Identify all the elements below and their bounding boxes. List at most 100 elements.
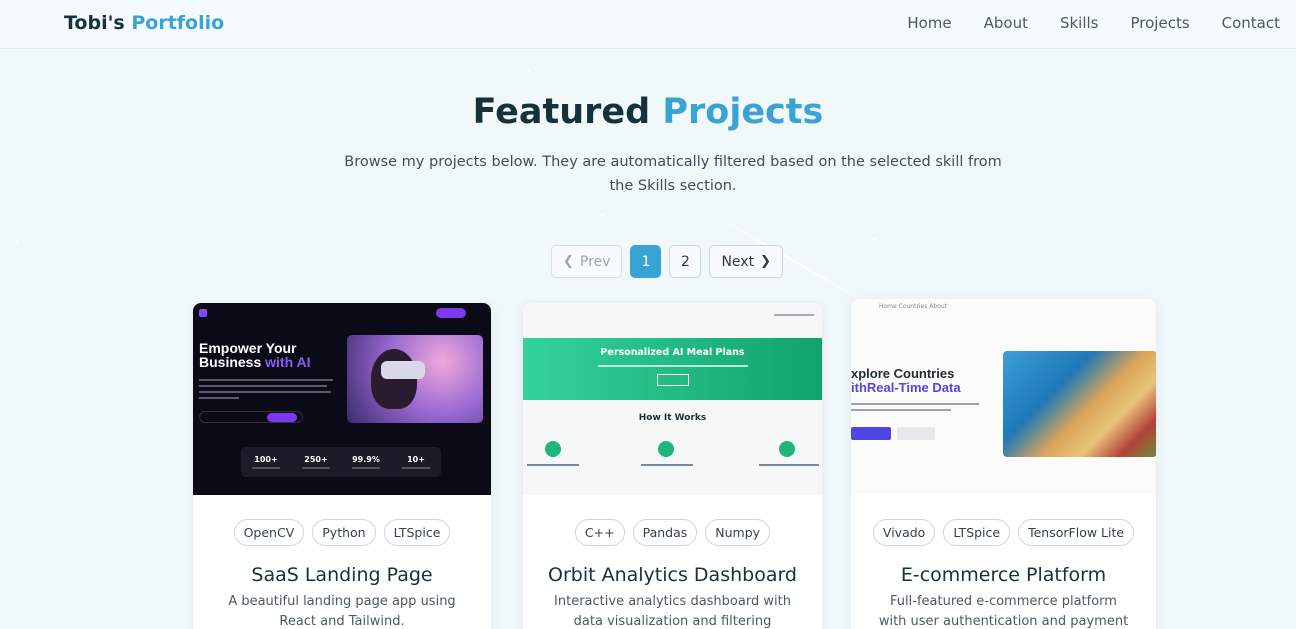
preview-stat: 99.9% [352, 455, 380, 469]
section-title-text: Featured [472, 92, 651, 132]
skill-tag: Vivado [872, 519, 936, 546]
project-title: SaaS Landing Page [251, 564, 433, 586]
brand-logo[interactable]: Tobi's Portfolio [64, 12, 224, 34]
navbar: Tobi's Portfolio Home About Skills Proje… [0, 0, 1296, 49]
preview-button [897, 427, 935, 440]
preview-button [851, 427, 891, 440]
nav-link-projects[interactable]: Projects [1131, 14, 1190, 32]
skill-tag: Python [312, 519, 376, 546]
nav-link-contact[interactable]: Contact [1222, 14, 1280, 32]
preview-stat-value: 99.9% [352, 455, 380, 464]
preview-headline: xplore Countries ithReal-Time Data [851, 367, 961, 395]
skill-tag: Numpy [705, 519, 771, 546]
preview-text-line [199, 397, 239, 399]
preview-text-line [759, 464, 819, 466]
preview-headline-prefix: ith [851, 380, 867, 395]
project-description: Full-featured e-commerce platform with u… [878, 594, 1129, 629]
preview-person [371, 349, 417, 409]
skill-tag: Pandas [632, 519, 698, 546]
page-button-2[interactable]: 2 [669, 245, 702, 278]
preview-stats: 100+ 250+ 99.9% 10+ [241, 447, 441, 477]
project-card[interactable]: Personalized AI Meal Plans How It Works … [523, 303, 822, 629]
prev-page-button[interactable]: ❮ Prev [551, 245, 623, 278]
brand-accent: Portfolio [131, 12, 225, 34]
preview-text-line [641, 464, 693, 466]
preview-nav: Home Countries About [879, 303, 948, 310]
preview-text-line [527, 464, 579, 466]
nav-link-skills[interactable]: Skills [1060, 14, 1099, 32]
project-tags: Vivado LTSpice TensorFlow Lite [851, 519, 1156, 546]
chevron-left-icon: ❮ [563, 254, 574, 269]
project-description: Interactive analytics dashboard with dat… [554, 594, 791, 629]
step-icon [545, 441, 561, 457]
prev-label: Prev [579, 253, 611, 270]
preview-coastal-photo [1003, 351, 1156, 457]
skill-tag: OpenCV [233, 519, 305, 546]
preview-banner: Personalized AI Meal Plans [523, 338, 822, 400]
preview-stat-value: 10+ [407, 455, 425, 464]
project-card-body: C++ Pandas Numpy Orbit Analytics Dashboa… [523, 519, 822, 629]
pagination: ❮ Prev 1 2 Next ❯ [551, 245, 783, 278]
background-sparkle [15, 240, 18, 243]
nav-links: Home About Skills Projects Contact [907, 14, 1280, 32]
preview-stat: 100+ [252, 455, 280, 469]
next-page-button[interactable]: Next ❯ [709, 245, 783, 278]
chevron-right-icon: ❯ [760, 254, 771, 269]
step-icon [658, 441, 674, 457]
preview-button [656, 374, 689, 386]
preview-section-title: How It Works [638, 413, 707, 423]
preview-nav [199, 307, 485, 321]
project-preview-image: Personalized AI Meal Plans How It Works [523, 303, 822, 495]
background-sparkle [600, 214, 603, 217]
preview-headline-line1: xplore Countries [851, 366, 955, 381]
preview-stat-value: 250+ [304, 455, 328, 464]
skill-tag: LTSpice [943, 519, 1011, 546]
section-title-accent: Projects [662, 92, 824, 132]
next-label: Next [721, 253, 755, 270]
page-button-1[interactable]: 1 [630, 245, 662, 278]
preview-nav-line [774, 314, 814, 316]
preview-headline: Empower Your Business with AI [199, 341, 311, 369]
project-preview-image: Home Countries About xplore Countries it… [851, 299, 1156, 495]
preview-cta-pill [436, 308, 466, 318]
preview-text-line [851, 403, 979, 405]
section-subtitle: Browse my projects below. They are autom… [344, 154, 1002, 194]
preview-logo-icon [199, 309, 207, 317]
step-icon [779, 441, 795, 457]
preview-text-line [199, 385, 327, 387]
project-description: A beautiful landing page app using React… [228, 594, 456, 629]
preview-headline-accent: with AI [265, 354, 311, 370]
preview-text-line [199, 379, 333, 381]
preview-banner-title: Personalized AI Meal Plans [600, 347, 745, 358]
preview-headline-accent: Real-Time Data [866, 380, 961, 395]
preview-headline-line1: Empower Your [199, 340, 297, 356]
project-title: E-commerce Platform [900, 564, 1107, 586]
project-card-body: OpenCV Python LTSpice SaaS Landing Page … [193, 519, 491, 629]
background-sparkle [872, 238, 875, 241]
skill-tag: TensorFlow Lite [1018, 519, 1135, 546]
preview-text-line [851, 409, 951, 411]
project-tags: OpenCV Python LTSpice [193, 519, 491, 546]
vr-headset-icon [381, 361, 425, 379]
project-card[interactable]: Empower Your Business with AI 100+ 250+ … [193, 303, 491, 629]
project-title: Orbit Analytics Dashboard [548, 564, 797, 586]
preview-stat-value: 100+ [254, 455, 278, 464]
nav-link-about[interactable]: About [984, 14, 1028, 32]
preview-stat: 250+ [302, 455, 330, 469]
nav-link-home[interactable]: Home [907, 14, 951, 32]
skill-tag: LTSpice [383, 519, 451, 546]
skill-tag: C++ [574, 519, 625, 546]
section-title: Featured Projects [0, 92, 1296, 132]
brand-name: Tobi's [64, 12, 125, 34]
preview-text-line [199, 391, 331, 393]
preview-text-line [597, 365, 748, 367]
project-preview-image: Empower Your Business with AI 100+ 250+ … [193, 303, 491, 495]
background-sparkle [527, 70, 530, 73]
project-tags: C++ Pandas Numpy [523, 519, 822, 546]
preview-stat: 10+ [402, 455, 430, 469]
preview-headline-line2: Business [199, 354, 262, 370]
preview-vr-photo [347, 335, 483, 423]
project-card-body: Vivado LTSpice TensorFlow Lite E-commerc… [851, 519, 1156, 629]
project-card[interactable]: Home Countries About xplore Countries it… [851, 299, 1156, 629]
preview-button [267, 413, 297, 422]
